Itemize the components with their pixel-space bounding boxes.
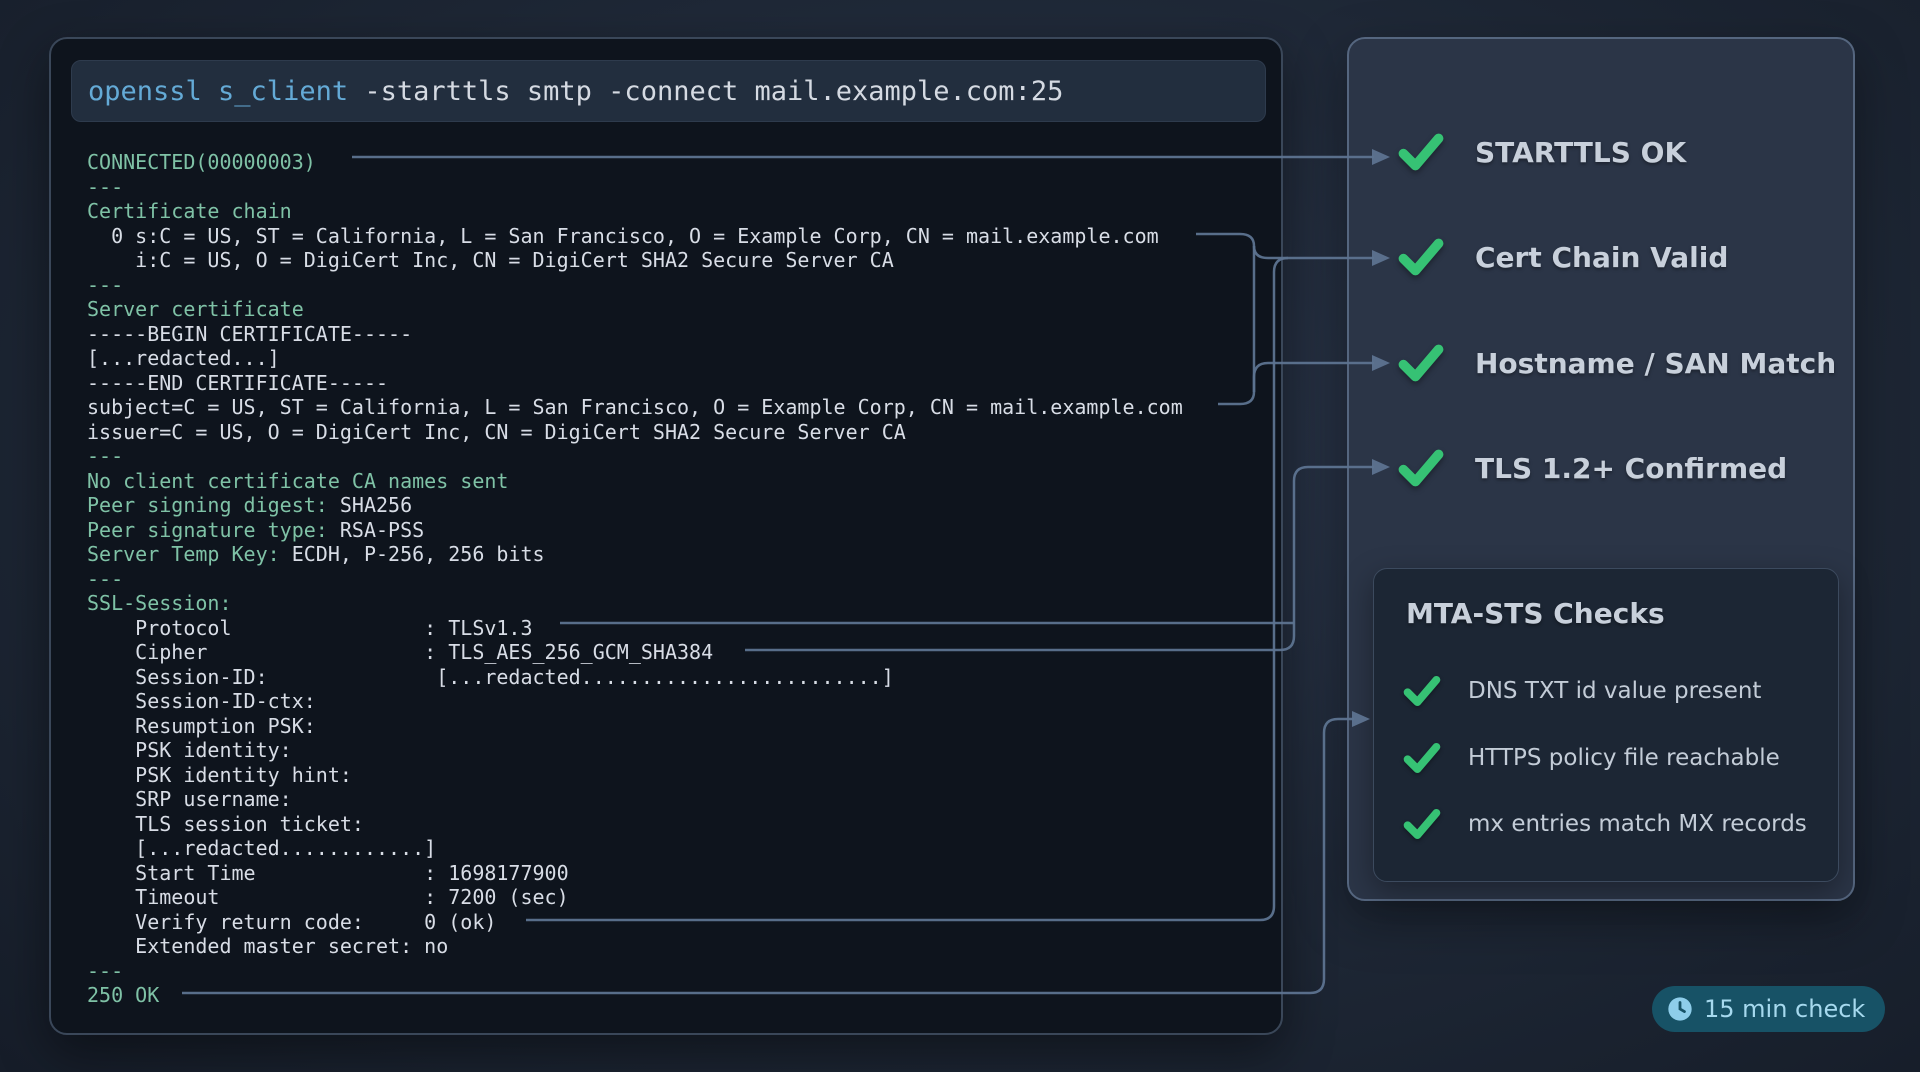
mta-check-label: HTTPS policy file reachable [1468, 745, 1780, 771]
checkmark-icon [1402, 741, 1442, 775]
check-row-cert-chain: Cert Chain Valid [1397, 236, 1728, 278]
mta-check-label: mx entries match MX records [1468, 811, 1807, 837]
command-arguments: -starttls smtp -connect mail.example.com… [348, 76, 1063, 107]
badge-label: 15 min check [1704, 995, 1865, 1023]
terminal-line: i:C = US, O = DigiCert Inc, CN = DigiCer… [87, 248, 1183, 273]
terminal-line: PSK identity hint: [87, 763, 1183, 788]
terminal-line: 250 OK [87, 983, 1183, 1008]
terminal-line: Protocol : TLSv1.3 [87, 616, 1183, 641]
mta-row-https-policy: HTTPS policy file reachable [1402, 741, 1780, 775]
terminal-line: CONNECTED(00000003) [87, 150, 1183, 175]
check-label: Cert Chain Valid [1475, 241, 1728, 274]
terminal-line: TLS session ticket: [87, 812, 1183, 837]
terminal-line: 0 s:C = US, ST = California, L = San Fra… [87, 224, 1183, 249]
terminal-line: SSL-Session: [87, 591, 1183, 616]
check-row-tls-version: TLS 1.2+ Confirmed [1397, 447, 1787, 489]
terminal-line: Extended master secret: no [87, 934, 1183, 959]
terminal-line: Resumption PSK: [87, 714, 1183, 739]
terminal-line: -----BEGIN CERTIFICATE----- [87, 322, 1183, 347]
terminal-line: --- [87, 959, 1183, 984]
mta-check-label: DNS TXT id value present [1468, 678, 1761, 704]
terminal-line: Peer signature type: RSA-PSS [87, 518, 1183, 543]
check-row-hostname: Hostname / SAN Match [1397, 342, 1836, 384]
mta-sts-panel: MTA-STS Checks DNS TXT id value present … [1373, 568, 1839, 882]
checkmark-icon [1402, 674, 1442, 708]
terminal-line: Server certificate [87, 297, 1183, 322]
checkmark-icon [1397, 236, 1445, 278]
terminal-line: Session-ID-ctx: [87, 689, 1183, 714]
check-label: Hostname / SAN Match [1475, 347, 1836, 380]
check-label: TLS 1.2+ Confirmed [1475, 452, 1787, 485]
terminal-line: SRP username: [87, 787, 1183, 812]
terminal-line: [...redacted...] [87, 346, 1183, 371]
mta-row-dns-txt: DNS TXT id value present [1402, 674, 1761, 708]
terminal-line: -----END CERTIFICATE----- [87, 371, 1183, 396]
checkmark-icon [1397, 342, 1445, 384]
checkmark-icon [1397, 131, 1445, 173]
checkmark-icon [1397, 447, 1445, 489]
tls-verification-diagram: openssl s_client -starttls smtp -connect… [0, 0, 1920, 1072]
terminal-line: Certificate chain [87, 199, 1183, 224]
terminal-line: No client certificate CA names sent [87, 469, 1183, 494]
terminal-panel: openssl s_client -starttls smtp -connect… [49, 37, 1283, 1035]
clock-icon [1666, 995, 1694, 1023]
terminal-line: PSK identity: [87, 738, 1183, 763]
terminal-line: Server Temp Key: ECDH, P-256, 256 bits [87, 542, 1183, 567]
terminal-line: --- [87, 175, 1183, 200]
mta-row-mx-entries: mx entries match MX records [1402, 807, 1807, 841]
mta-sts-title: MTA-STS Checks [1406, 597, 1665, 630]
terminal-line: Start Time : 1698177900 [87, 861, 1183, 886]
terminal-line: --- [87, 567, 1183, 592]
terminal-line: Peer signing digest: SHA256 [87, 493, 1183, 518]
terminal-output: CONNECTED(00000003)---Certificate chain … [87, 150, 1183, 1008]
terminal-line: subject=C = US, ST = California, L = San… [87, 395, 1183, 420]
terminal-line: [...redacted............] [87, 836, 1183, 861]
terminal-line: Session-ID: [...redacted................… [87, 665, 1183, 690]
command-bar: openssl s_client -starttls smtp -connect… [71, 60, 1266, 122]
checkmark-icon [1402, 807, 1442, 841]
terminal-line: Verify return code: 0 (ok) [87, 910, 1183, 935]
terminal-line: issuer=C = US, O = DigiCert Inc, CN = Di… [87, 420, 1183, 445]
command-highlight: openssl s_client [88, 76, 348, 107]
terminal-line: Timeout : 7200 (sec) [87, 885, 1183, 910]
check-label: STARTTLS OK [1475, 136, 1686, 169]
terminal-line: --- [87, 273, 1183, 298]
check-interval-badge: 15 min check [1652, 986, 1885, 1032]
terminal-line: --- [87, 444, 1183, 469]
terminal-line: Cipher : TLS_AES_256_GCM_SHA384 [87, 640, 1183, 665]
check-row-starttls: STARTTLS OK [1397, 131, 1686, 173]
